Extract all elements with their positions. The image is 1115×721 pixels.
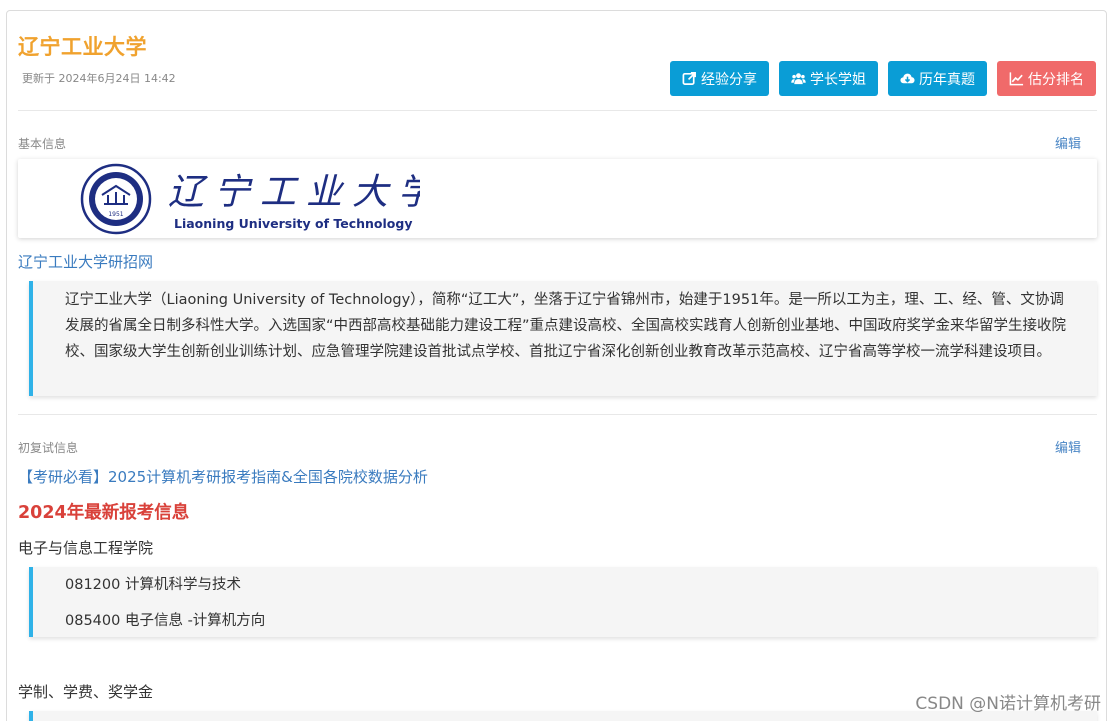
- experience-share-label: 经验分享: [701, 71, 757, 88]
- basic-info-edit-link[interactable]: 编辑: [1055, 133, 1081, 152]
- exam-info-edit-link[interactable]: 编辑: [1055, 437, 1081, 456]
- university-card: 辽宁工业大学 更新于 2024年6月24日 14:42 经验分享 学长学姐 历年…: [6, 10, 1107, 721]
- basic-info-label: 基本信息: [18, 137, 67, 151]
- watermark: CSDN @N诺计算机考研: [915, 694, 1101, 714]
- university-logo-banner: 1951 辽宁工业大学 Liaoning University of Techn…: [18, 159, 1097, 238]
- share-icon: [682, 72, 696, 85]
- action-buttons: 经验分享 学长学姐 历年真题 估分排名: [670, 61, 1096, 96]
- score-ranking-label: 估分排名: [1028, 71, 1084, 88]
- university-logo: 1951 辽宁工业大学 Liaoning University of Techn…: [80, 163, 420, 235]
- users-icon: [791, 73, 806, 85]
- university-description: 辽宁工业大学（Liaoning University of Technology…: [65, 292, 1067, 360]
- grad-admissions-link[interactable]: 辽宁工业大学研招网: [18, 251, 153, 272]
- seal-year: 1951: [108, 211, 123, 218]
- past-papers-label: 历年真题: [919, 71, 975, 88]
- latest-info-heading: 2024年最新报考信息: [18, 503, 190, 523]
- seniors-button[interactable]: 学长学姐: [779, 61, 878, 96]
- majors-block: 081200 计算机科学与技术 085400 电子信息 -计算机方向: [29, 567, 1097, 637]
- tuition-heading: 学制、学费、奖学金: [18, 683, 154, 701]
- section-divider: [18, 414, 1097, 415]
- exam-guide-article-link[interactable]: 【考研必看】2025计算机考研报考指南&全国各院校数据分析: [18, 466, 428, 487]
- university-seal-icon: 1951: [80, 163, 152, 235]
- page-title: 辽宁工业大学: [18, 35, 147, 59]
- logo-chinese-name: 辽宁工业大学: [168, 172, 420, 213]
- cloud-download-icon: [900, 73, 915, 84]
- college-name: 电子与信息工程学院: [18, 539, 154, 557]
- chart-line-icon: [1009, 72, 1024, 86]
- exam-info-label: 初复试信息: [18, 441, 79, 455]
- updated-timestamp: 更新于 2024年6月24日 14:42: [22, 72, 176, 85]
- past-papers-button[interactable]: 历年真题: [888, 61, 987, 96]
- major-item: 081200 计算机科学与技术: [65, 577, 241, 593]
- experience-share-button[interactable]: 经验分享: [670, 61, 769, 96]
- major-item: 085400 电子信息 -计算机方向: [65, 613, 266, 629]
- seniors-label: 学长学姐: [810, 71, 866, 88]
- header-divider: [18, 110, 1097, 111]
- logo-english-name: Liaoning University of Technology: [174, 216, 412, 231]
- score-ranking-button[interactable]: 估分排名: [997, 61, 1096, 96]
- university-description-block: 辽宁工业大学（Liaoning University of Technology…: [29, 281, 1097, 396]
